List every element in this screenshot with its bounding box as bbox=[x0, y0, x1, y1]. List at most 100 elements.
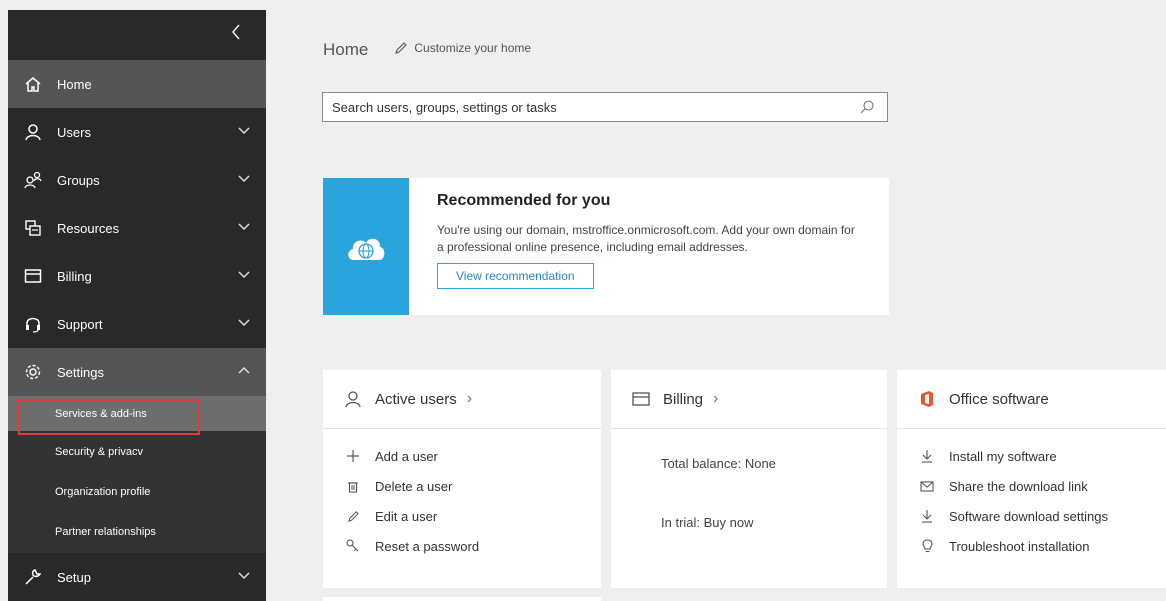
tile-title: Office software bbox=[949, 390, 1049, 408]
nav-item-label: Setup bbox=[57, 569, 91, 585]
user-icon bbox=[23, 122, 43, 142]
nav-item-label: Settings bbox=[57, 364, 104, 380]
customize-home-link[interactable]: Customize your home bbox=[394, 41, 531, 55]
sub-item-label: Organization profile bbox=[55, 485, 151, 498]
next-tile-edge bbox=[323, 597, 601, 601]
sub-item-organization-profile[interactable]: Organization profile bbox=[8, 472, 266, 511]
wrench-icon bbox=[23, 567, 43, 587]
billing-icon bbox=[631, 389, 651, 409]
sidebar: Home Users Groups Resources Billing Supp… bbox=[8, 10, 266, 601]
nav-item-label: Resources bbox=[57, 220, 120, 236]
search-box bbox=[322, 92, 888, 122]
nav-item-label: Support bbox=[57, 316, 103, 332]
search-icon[interactable] bbox=[855, 95, 879, 119]
chevron-down-icon bbox=[238, 175, 250, 183]
troubleshoot-installation-link[interactable]: Troubleshoot installation bbox=[897, 531, 1166, 561]
download-icon bbox=[919, 448, 935, 464]
collapse-sidebar-button[interactable] bbox=[228, 24, 244, 44]
download-icon bbox=[919, 508, 935, 524]
plus-icon bbox=[345, 448, 361, 464]
chevron-right-icon: › bbox=[466, 390, 473, 407]
page-title: Home bbox=[323, 40, 369, 59]
pencil-icon bbox=[345, 508, 361, 524]
total-balance: Total balance: None bbox=[661, 456, 776, 471]
sub-item-label: Services & add-ins bbox=[55, 407, 147, 420]
chevron-down-icon bbox=[238, 572, 250, 580]
recommendation-body: Recommended for you You're using our dom… bbox=[409, 178, 857, 315]
billing-header[interactable]: Billing › bbox=[611, 370, 887, 429]
recommendation-title: Recommended for you bbox=[437, 192, 611, 209]
group-icon bbox=[23, 170, 43, 190]
chevron-down-icon bbox=[238, 223, 250, 231]
pencil-icon bbox=[395, 42, 408, 54]
nav-list: Home Users Groups Resources Billing Supp… bbox=[8, 60, 266, 601]
sub-item-security-privacy[interactable]: Security & privacv bbox=[8, 431, 266, 472]
resources-icon bbox=[23, 218, 43, 238]
chevron-down-icon bbox=[238, 127, 250, 135]
nav-item-label: Groups bbox=[57, 172, 100, 188]
office-software-header[interactable]: Office software bbox=[897, 370, 1166, 429]
nav-item-users[interactable]: Users bbox=[8, 108, 266, 156]
add-user-link[interactable]: Add a user bbox=[323, 441, 601, 471]
nav-item-label: Users bbox=[57, 124, 91, 140]
reset-password-link[interactable]: Reset a password bbox=[323, 531, 601, 561]
active-users-actions: Add a user Delete a user Edit a user Res… bbox=[323, 429, 601, 561]
sub-item-label: Security & privacv bbox=[55, 445, 144, 458]
nav-item-home[interactable]: Home bbox=[8, 60, 266, 108]
page-header: Home Customize your home bbox=[323, 40, 531, 60]
chevron-right-icon: › bbox=[713, 390, 719, 407]
billing-details: Total balance: None In trial: Buy now bbox=[611, 429, 887, 530]
action-label: Add a user bbox=[375, 448, 438, 464]
lightbulb-icon bbox=[919, 538, 935, 554]
nav-item-resources[interactable]: Resources bbox=[8, 204, 266, 252]
recommendation-text: You're using our domain, mstroffice.onmi… bbox=[437, 223, 855, 254]
user-icon bbox=[343, 389, 363, 409]
nav-item-support[interactable]: Support bbox=[8, 300, 266, 348]
key-icon bbox=[345, 538, 361, 554]
nav-item-groups[interactable]: Groups bbox=[8, 156, 266, 204]
delete-user-link[interactable]: Delete a user bbox=[323, 471, 601, 501]
home-icon bbox=[23, 74, 43, 94]
chevron-down-icon bbox=[238, 319, 250, 327]
action-label: Share the download link bbox=[949, 478, 1088, 494]
nav-item-settings[interactable]: Settings bbox=[8, 348, 266, 396]
chevron-up-icon bbox=[238, 366, 250, 374]
billing-tile: Billing › Total balance: None In trial: … bbox=[611, 370, 887, 588]
nav-item-setup[interactable]: Setup bbox=[8, 553, 266, 601]
action-label: Delete a user bbox=[375, 478, 453, 494]
nav-item-label: Billing bbox=[57, 268, 92, 284]
edit-user-link[interactable]: Edit a user bbox=[323, 501, 601, 531]
recommendation-card: Recommended for you You're using our dom… bbox=[323, 178, 889, 315]
sub-item-label: Partner relationships bbox=[55, 526, 156, 538]
search-input[interactable] bbox=[323, 98, 855, 116]
action-label: Troubleshoot installation bbox=[949, 538, 1090, 554]
nav-item-billing[interactable]: Billing bbox=[8, 252, 266, 300]
action-label: Software download settings bbox=[949, 508, 1108, 524]
active-users-tile: Active users › Add a user Delete a user … bbox=[323, 370, 601, 588]
mail-icon bbox=[919, 478, 935, 494]
software-download-settings-link[interactable]: Software download settings bbox=[897, 501, 1166, 531]
gear-icon bbox=[23, 362, 43, 382]
trash-icon bbox=[345, 478, 361, 494]
billing-icon bbox=[23, 266, 43, 286]
view-recommendation-button[interactable]: View recommendation bbox=[437, 263, 594, 289]
sub-item-partner-relationships[interactable]: Partner relationships bbox=[8, 511, 266, 553]
cloud-globe-icon bbox=[348, 238, 385, 260]
chevron-down-icon bbox=[238, 271, 250, 279]
office-software-tile: Office software Install my software Shar… bbox=[897, 370, 1166, 588]
active-users-header[interactable]: Active users › bbox=[323, 370, 601, 429]
action-label: Reset a password bbox=[375, 538, 480, 554]
office-logo-icon bbox=[917, 389, 937, 409]
trial-buy-now-link[interactable]: In trial: Buy now bbox=[611, 515, 887, 530]
share-download-link[interactable]: Share the download link bbox=[897, 471, 1166, 501]
tile-title: Active users bbox=[375, 390, 457, 408]
install-software-link[interactable]: Install my software bbox=[897, 441, 1166, 471]
customize-label: Customize your home bbox=[414, 41, 532, 55]
office-software-actions: Install my software Share the download l… bbox=[897, 429, 1166, 561]
nav-item-label: Home bbox=[57, 76, 92, 92]
action-label: Install my software bbox=[949, 448, 1057, 464]
sub-item-services-add-ins[interactable]: Services & add-ins bbox=[8, 396, 266, 435]
recommendation-band bbox=[323, 178, 409, 315]
tile-title: Billing bbox=[663, 390, 704, 408]
action-label: Edit a user bbox=[375, 508, 438, 524]
